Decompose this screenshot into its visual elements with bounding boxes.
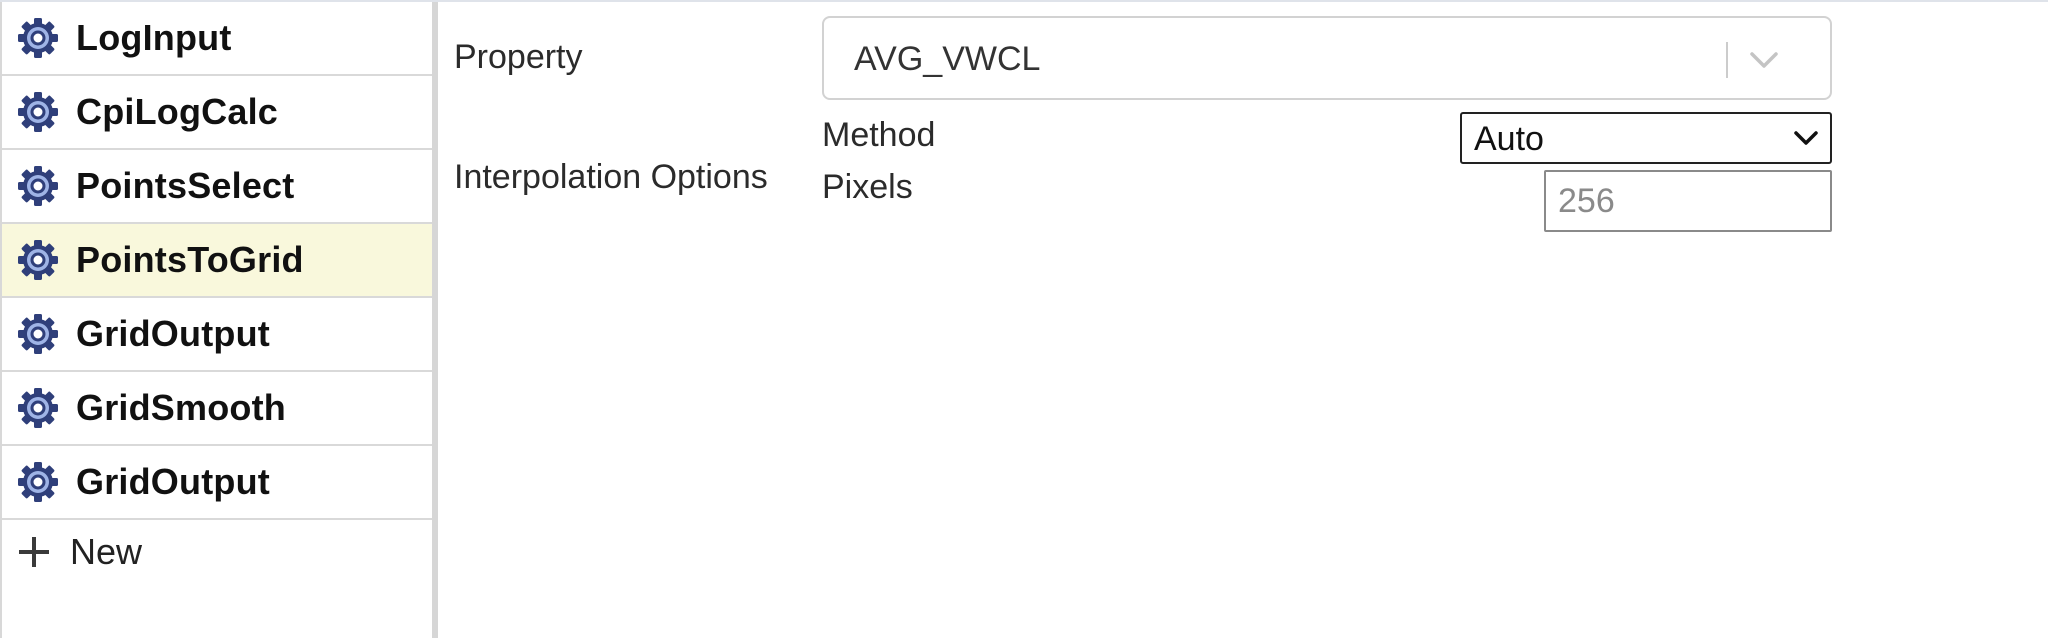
app-frame: LogInput CpiLogCalc PointsSelect PointsT… [0,0,2048,638]
workflow-step-list: LogInput CpiLogCalc PointsSelect PointsT… [0,2,438,638]
step-label: PointsSelect [76,165,295,206]
gear-icon [18,240,58,280]
property-select[interactable]: AVG_VWCL [822,16,1832,100]
step-label: PointsToGrid [76,239,304,280]
method-label: Method [822,116,936,154]
select-separator [1726,42,1728,78]
property-label: Property [454,38,583,76]
step-item-pointstogrid[interactable]: PointsToGrid [2,224,432,298]
new-step-label: New [70,531,143,572]
step-label: GridOutput [76,461,270,502]
new-step-button[interactable]: New [2,520,432,584]
pixels-input[interactable] [1544,170,1832,232]
chevron-down-icon[interactable] [1744,42,1784,78]
interpolation-options-label: Interpolation Options [454,158,768,196]
gear-icon [18,388,58,428]
chevron-down-icon [1794,131,1818,145]
step-settings-panel: Property AVG_VWCL Interpolation Options … [438,2,2048,638]
gear-icon [18,166,58,206]
step-item-pointsselect[interactable]: PointsSelect [2,150,432,224]
step-item-gridsmooth[interactable]: GridSmooth [2,372,432,446]
step-label: LogInput [76,17,232,58]
property-select-value: AVG_VWCL [854,40,1041,78]
method-select[interactable]: Auto [1460,112,1832,164]
step-item-cpilogcalc[interactable]: CpiLogCalc [2,76,432,150]
step-item-gridoutput[interactable]: GridOutput [2,298,432,372]
step-item-gridoutput-2[interactable]: GridOutput [2,446,432,520]
step-item-loginput[interactable]: LogInput [2,2,432,76]
pixels-label: Pixels [822,168,913,206]
gear-icon [18,92,58,132]
plus-icon [19,537,49,567]
step-label: GridOutput [76,313,270,354]
gear-icon [18,462,58,502]
method-select-value: Auto [1474,120,1544,158]
gear-icon [18,18,58,58]
step-label: CpiLogCalc [76,91,279,132]
gear-icon [18,314,58,354]
step-label: GridSmooth [76,387,286,428]
